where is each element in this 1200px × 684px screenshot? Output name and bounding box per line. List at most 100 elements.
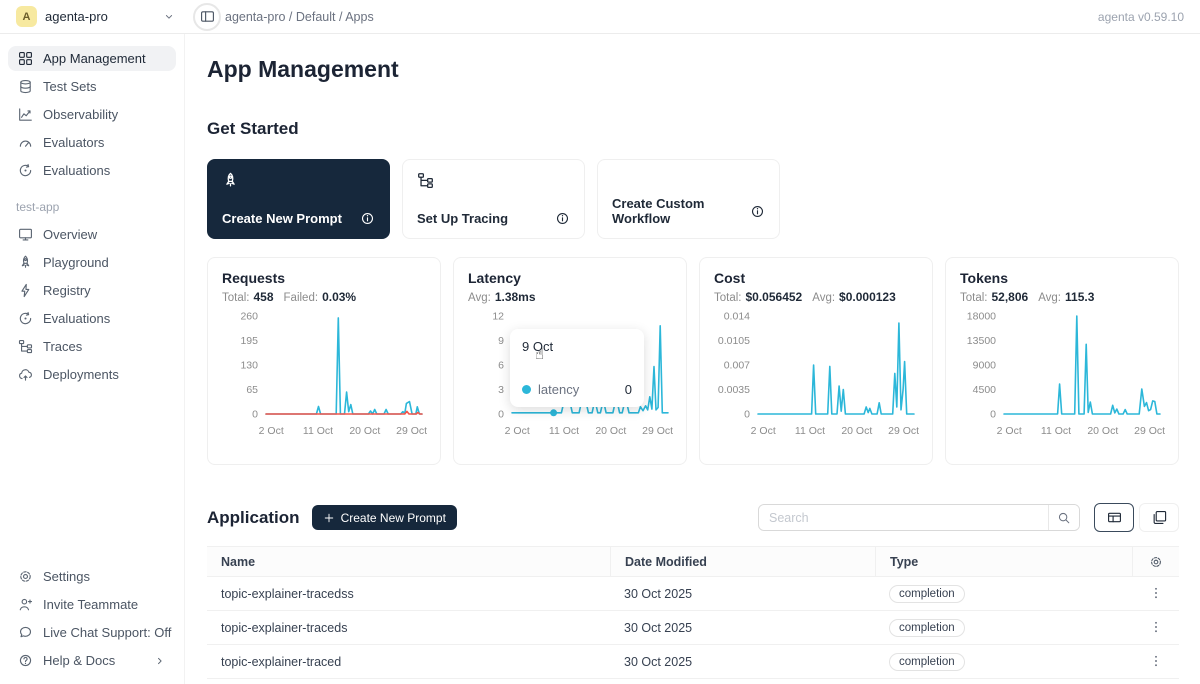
tokens-line-chart: 18000135009000450002 Oct11 Oct20 Oct29 O… xyxy=(960,308,1164,447)
row-actions-kebab-icon[interactable] xyxy=(1149,654,1163,670)
svg-text:29 Oct: 29 Oct xyxy=(642,425,673,437)
metrics-charts-row: RequestsTotal:458Failed:0.03%26019513065… xyxy=(207,257,1179,465)
sidebar-item-evaluations[interactable]: Evaluations xyxy=(8,158,176,183)
sidebar-item-label: Registry xyxy=(43,283,91,298)
table-row-topic-explainer-tracedss[interactable]: topic-explainer-tracedss30 Oct 2025compl… xyxy=(207,577,1179,611)
workspace-selector[interactable]: A agenta-pro xyxy=(0,6,185,27)
chart-title: Requests xyxy=(222,270,426,286)
column-header-name: Name xyxy=(207,547,610,576)
type-badge: completion xyxy=(889,653,965,671)
sidebar: App Management Test Sets Observability Eval… xyxy=(0,34,185,684)
column-settings-gear-icon[interactable] xyxy=(1149,555,1163,569)
sidebar-item-traces[interactable]: Traces xyxy=(8,334,176,359)
table-view-icon xyxy=(1107,510,1122,525)
view-toggles xyxy=(1094,503,1179,532)
bolt-icon xyxy=(18,283,33,298)
search-icon[interactable] xyxy=(1048,505,1079,530)
tooltip-value: 0 xyxy=(625,382,632,397)
create-new-prompt-card[interactable]: Create New Prompt xyxy=(207,159,390,239)
table-row-career-assessment[interactable]: career-assessment27 Oct 2025completion xyxy=(207,679,1179,684)
table-body: topic-explainer-tracedss30 Oct 2025compl… xyxy=(207,577,1179,684)
sidebar-item-label: Evaluators xyxy=(43,135,104,150)
rocket-icon xyxy=(222,172,375,189)
sidebar-item-evaluations[interactable]: Evaluations xyxy=(8,306,176,331)
chart-title: Tokens xyxy=(960,270,1164,286)
svg-text:0.0035: 0.0035 xyxy=(718,384,750,396)
sidebar-item-deployments[interactable]: Deployments xyxy=(8,362,176,387)
sidebar-item-label: Invite Teammate xyxy=(43,597,138,612)
svg-text:9000: 9000 xyxy=(973,360,997,372)
sidebar-item-invite-teammate[interactable]: Invite Teammate xyxy=(8,592,176,617)
info-icon[interactable] xyxy=(360,211,375,226)
svg-text:29 Oct: 29 Oct xyxy=(396,425,427,437)
set-up-tracing-card[interactable]: Set Up Tracing xyxy=(402,159,585,239)
sidebar-item-app-management[interactable]: App Management xyxy=(8,46,176,71)
plus-icon xyxy=(323,512,335,524)
sidebar-item-label: Settings xyxy=(43,569,90,584)
chart-title: Cost xyxy=(714,270,918,286)
svg-text:0: 0 xyxy=(252,409,258,421)
svg-text:0.007: 0.007 xyxy=(724,360,750,372)
info-icon[interactable] xyxy=(750,204,765,219)
svg-text:20 Oct: 20 Oct xyxy=(1087,425,1118,437)
svg-text:11 Oct: 11 Oct xyxy=(1041,425,1071,437)
sidebar-item-overview[interactable]: Overview xyxy=(8,222,176,247)
chevron-down-icon xyxy=(163,11,175,23)
svg-text:20 Oct: 20 Oct xyxy=(349,425,380,437)
create-custom-workflow-card[interactable]: Create Custom Workflow xyxy=(597,159,780,239)
svg-text:18000: 18000 xyxy=(967,311,996,323)
create-new-prompt-button[interactable]: Create New Prompt xyxy=(312,505,457,530)
sidebar-item-playground[interactable]: Playground xyxy=(8,250,176,275)
sidebar-item-label: Playground xyxy=(43,255,109,270)
search-input[interactable] xyxy=(759,511,1048,525)
rocket-icon xyxy=(18,255,33,270)
svg-text:11 Oct: 11 Oct xyxy=(795,425,825,437)
sidebar-app-section-label: test-app xyxy=(16,200,176,214)
sidebar-item-help-docs[interactable]: Help & Docs xyxy=(8,648,176,673)
tooltip-series-label: latency xyxy=(538,382,579,397)
sidebar-item-label: Observability xyxy=(43,107,118,122)
card-view-button[interactable] xyxy=(1139,503,1179,532)
monitor-icon xyxy=(18,227,33,242)
sidebar-toggle-button[interactable] xyxy=(193,3,221,31)
create-new-prompt-label: Create New Prompt xyxy=(222,211,342,226)
table-row-topic-explainer-traceds[interactable]: topic-explainer-traceds30 Oct 2025comple… xyxy=(207,611,1179,645)
tree-icon xyxy=(18,339,33,354)
sidebar-item-observability[interactable]: Observability xyxy=(8,102,176,127)
search-box xyxy=(758,504,1080,531)
panel-left-icon xyxy=(200,9,215,24)
person-add-icon xyxy=(18,597,33,612)
column-header-type: Type xyxy=(875,547,1132,576)
gauge-icon xyxy=(18,135,33,150)
svg-text:2 Oct: 2 Oct xyxy=(505,425,530,437)
svg-text:12: 12 xyxy=(492,311,504,323)
application-title: Application xyxy=(207,508,300,528)
row-actions-kebab-icon[interactable] xyxy=(1149,620,1163,636)
svg-text:195: 195 xyxy=(240,335,258,347)
sidebar-item-label: Live Chat Support: Off xyxy=(43,625,171,640)
date-modified-cell: 30 Oct 2025 xyxy=(610,645,875,678)
svg-text:3: 3 xyxy=(498,384,504,396)
series-dot-icon xyxy=(522,385,531,394)
sidebar-item-registry[interactable]: Registry xyxy=(8,278,176,303)
date-modified-cell: 30 Oct 2025 xyxy=(610,611,875,644)
svg-text:2 Oct: 2 Oct xyxy=(751,425,776,437)
sidebar-item-label: Overview xyxy=(43,227,97,242)
row-actions-kebab-icon[interactable] xyxy=(1149,586,1163,602)
breadcrumb[interactable]: agenta-pro / Default / Apps xyxy=(225,10,374,24)
date-modified-cell: 30 Oct 2025 xyxy=(610,577,875,610)
sidebar-item-settings[interactable]: Settings xyxy=(8,564,176,589)
gear-icon xyxy=(18,569,33,584)
table-view-button[interactable] xyxy=(1094,503,1134,532)
svg-text:0.014: 0.014 xyxy=(724,311,750,323)
info-icon[interactable] xyxy=(555,211,570,226)
table-row-topic-explainer-traced[interactable]: topic-explainer-traced30 Oct 2025complet… xyxy=(207,645,1179,679)
sidebar-item-test-sets[interactable]: Test Sets xyxy=(8,74,176,99)
applications-table: NameDate ModifiedType topic-explainer-tr… xyxy=(207,546,1179,684)
sidebar-item-evaluators[interactable]: Evaluators xyxy=(8,130,176,155)
svg-text:6: 6 xyxy=(498,360,504,372)
app-name-cell: topic-explainer-tracedss xyxy=(207,577,610,610)
page-title: App Management xyxy=(207,56,1179,83)
sidebar-item-live-chat-support-off[interactable]: Live Chat Support: Off xyxy=(8,620,176,645)
sidebar-item-label: Help & Docs xyxy=(43,653,115,668)
